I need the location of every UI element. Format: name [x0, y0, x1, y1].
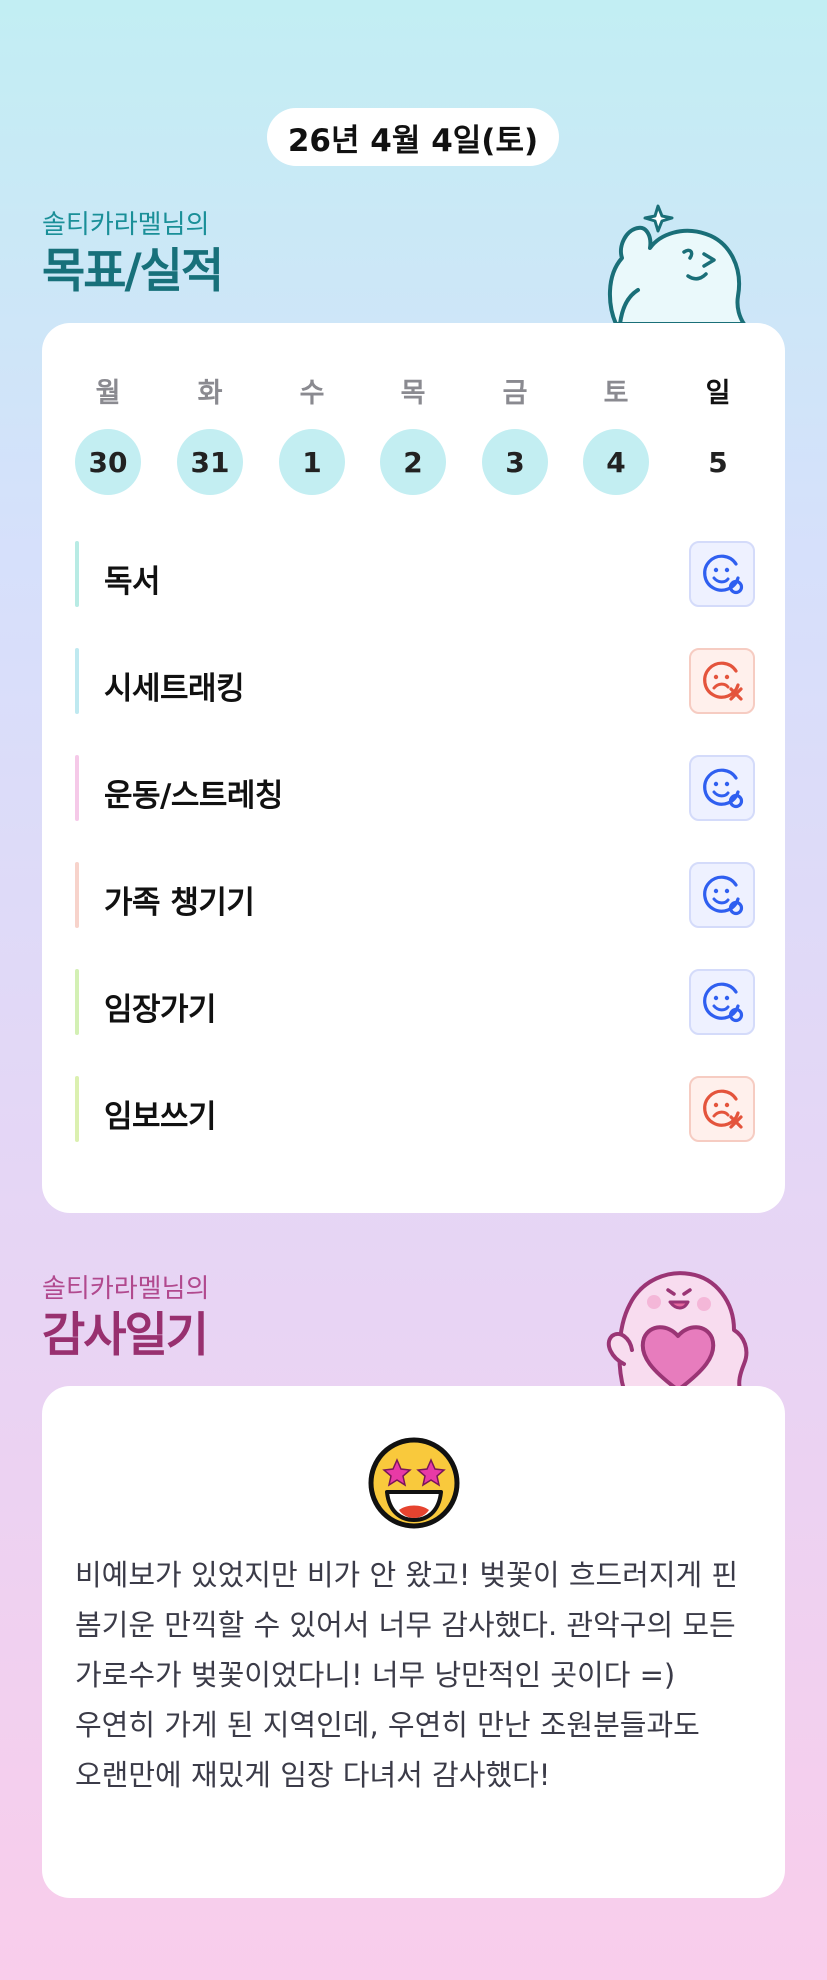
goal-status-done-button[interactable] — [689, 862, 755, 928]
day-label: 일 — [705, 378, 731, 409]
goals-card: 월 30 화 31 수 1 목 2 금 3 토 4 일 5 독서 시세트래킹 운… — [42, 323, 785, 1213]
smile-check-icon — [703, 875, 744, 916]
goal-color-bar — [75, 862, 79, 928]
goals-title: 목표/실적 — [42, 244, 224, 299]
day-number: 30 — [75, 429, 141, 495]
goal-row: 임보쓰기 — [75, 1076, 755, 1142]
goal-name: 시세트래킹 — [104, 671, 245, 707]
sad-x-icon — [703, 661, 743, 701]
day-label: 금 — [502, 378, 528, 409]
goal-color-bar — [75, 755, 79, 821]
day-label: 토 — [603, 378, 629, 409]
goal-name: 가족 챙기기 — [104, 885, 255, 921]
smile-check-icon — [703, 982, 744, 1023]
thanks-title: 감사일기 — [42, 1308, 209, 1363]
goal-row: 독서 — [75, 541, 755, 607]
week-calendar: 월 30 화 31 수 1 목 2 금 3 토 4 일 5 — [42, 371, 785, 501]
goal-status-done-button[interactable] — [689, 755, 755, 821]
goal-color-bar — [75, 969, 79, 1035]
day-number: 3 — [482, 429, 548, 495]
day-number: 4 — [583, 429, 649, 495]
smile-check-icon — [703, 554, 744, 595]
goal-status-missed-button[interactable] — [689, 1076, 755, 1142]
goal-name: 운동/스트레칭 — [104, 778, 283, 814]
goal-status-done-button[interactable] — [689, 541, 755, 607]
mascot-heart-icon — [606, 1271, 749, 1390]
day-number: 1 — [279, 429, 345, 495]
sad-x-icon — [703, 1089, 743, 1129]
goal-color-bar — [75, 1076, 79, 1142]
goal-color-bar — [75, 541, 79, 607]
mascot-thumbs-up-icon — [607, 204, 746, 324]
day-label: 수 — [299, 378, 325, 409]
goal-row: 임장가기 — [75, 969, 755, 1035]
smile-check-icon — [703, 768, 744, 809]
star-struck-emoji-icon — [368, 1437, 460, 1529]
day-number: 2 — [380, 429, 446, 495]
goal-color-bar — [75, 648, 79, 714]
goal-row: 가족 챙기기 — [75, 862, 755, 928]
day-number: 31 — [177, 429, 243, 495]
goal-name: 임보쓰기 — [104, 1099, 217, 1135]
goal-row: 운동/스트레칭 — [75, 755, 755, 821]
date-header: 26년 4월 4일(토) — [267, 108, 559, 166]
day-number: 5 — [708, 445, 728, 479]
goal-status-missed-button[interactable] — [689, 648, 755, 714]
thanks-card: 비예보가 있었지만 비가 안 왔고! 벚꽃이 흐드러지게 핀 봄기운 만끽할 수… — [42, 1386, 785, 1898]
day-label: 월 — [95, 378, 121, 409]
day-label: 목 — [400, 378, 426, 409]
goal-name: 독서 — [104, 564, 161, 600]
day-label: 화 — [197, 378, 223, 409]
gratitude-diary-text: 비예보가 있었지만 비가 안 왔고! 벚꽃이 흐드러지게 핀 봄기운 만끽할 수… — [75, 1558, 739, 1792]
goal-status-done-button[interactable] — [689, 969, 755, 1035]
goal-name: 임장가기 — [104, 992, 217, 1028]
goal-row: 시세트래킹 — [75, 648, 755, 714]
